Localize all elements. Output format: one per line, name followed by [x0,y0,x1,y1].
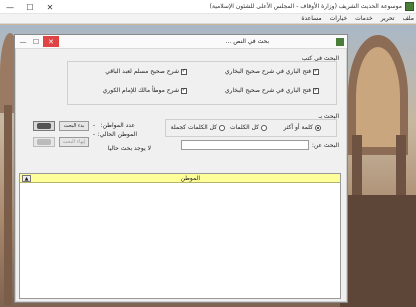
stop-search-button[interactable]: إنهاء البحث [59,137,89,147]
book-label-2: شرح صحيح مسلم لعبد الباقي [105,68,179,75]
dialog-close-button[interactable]: ✕ [43,36,59,47]
current-label: الموطن الحالي: [97,131,137,138]
search-dialog: بحث في النص ... — ☐ ✕ البحث في كتب ✓ فتح… [14,34,348,303]
checkbox-icon: ✓ [313,87,319,94]
minimize-button[interactable]: — [0,0,20,14]
checkbox-icon: ✓ [313,68,319,75]
search-mode-label-3: كل الكلمات كجملة [170,124,217,131]
app-icon [405,2,414,11]
radio-icon [315,124,321,131]
stop-search-icon-button[interactable] [33,137,55,147]
dialog-title: بحث في النص ... [225,38,269,45]
start-search-icon-button[interactable] [33,121,55,131]
sort-button[interactable]: ▲ [22,175,31,182]
radio-icon [219,124,225,131]
status-text: لا يوجد بحث حاليا [107,145,151,152]
menu-help[interactable]: مساعدة [301,15,321,22]
search-icon [37,123,51,129]
book-label-1: فتح الباري في شرح صحيح البخاري [224,68,311,75]
menu-file[interactable]: ملف [403,15,414,22]
book-checkbox-4[interactable]: ✓ شرح موطأ مالك للإمام الكوري [103,87,187,94]
search-mode-all-words[interactable]: كل الكلمات [230,124,267,131]
search-label: البحث عن: [311,142,339,149]
dialog-maximize-button[interactable]: ☐ [30,36,42,47]
checkbox-icon: ✓ [181,68,187,75]
search-mode-label-2: كل الكلمات [229,124,259,131]
search-mode-phrase[interactable]: كل الكلمات كجملة [171,124,225,131]
book-checkbox-2[interactable]: ✓ شرح صحيح مسلم لعبد الباقي [105,68,187,75]
current-value: - [92,131,95,138]
dialog-titlebar: بحث في النص ... — ☐ ✕ [15,35,347,49]
book-label-4: شرح موطأ مالك للإمام الكوري [102,87,179,94]
results-table[interactable]: ▲ الموطن [19,173,341,299]
dialog-icon [336,38,344,46]
close-button[interactable]: ✕ [40,0,60,14]
window-titlebar: موسوعة الحديث الشريف (وزارة الأوقاف - ال… [0,0,416,14]
stop-icon [37,139,51,145]
start-search-button[interactable]: بدء البحث [59,121,89,131]
count-label: عدد المواطن: [100,122,135,129]
radio-icon [261,124,267,131]
checkbox-icon: ✓ [181,87,187,94]
book-label-3: فتح الباري في شرح صحيح البخاري [224,87,311,94]
dialog-minimize-button[interactable]: — [17,36,29,47]
search-mode-label-1: كلمة أو أكثر [283,124,313,131]
menu-services[interactable]: خدمات [355,15,373,22]
maximize-button[interactable]: ☐ [20,0,40,14]
search-mode-any-word[interactable]: كلمة أو أكثر [283,124,321,131]
window-title: موسوعة الحديث الشريف (وزارة الأوقاف - ال… [209,3,402,10]
search-input[interactable] [181,140,309,150]
book-checkbox-1[interactable]: ✓ فتح الباري في شرح صحيح البخاري [225,68,319,75]
book-checkbox-3[interactable]: ✓ فتح الباري في شرح صحيح البخاري [225,87,319,94]
results-header: ▲ الموطن [20,174,340,183]
count-value: - [92,122,95,129]
results-column-header[interactable]: الموطن [181,175,200,182]
menu-edit[interactable]: تحرير [381,15,395,22]
menu-bar: ملف تحرير خدمات خيارات مساعدة [0,14,416,24]
menu-options[interactable]: خيارات [330,15,348,22]
